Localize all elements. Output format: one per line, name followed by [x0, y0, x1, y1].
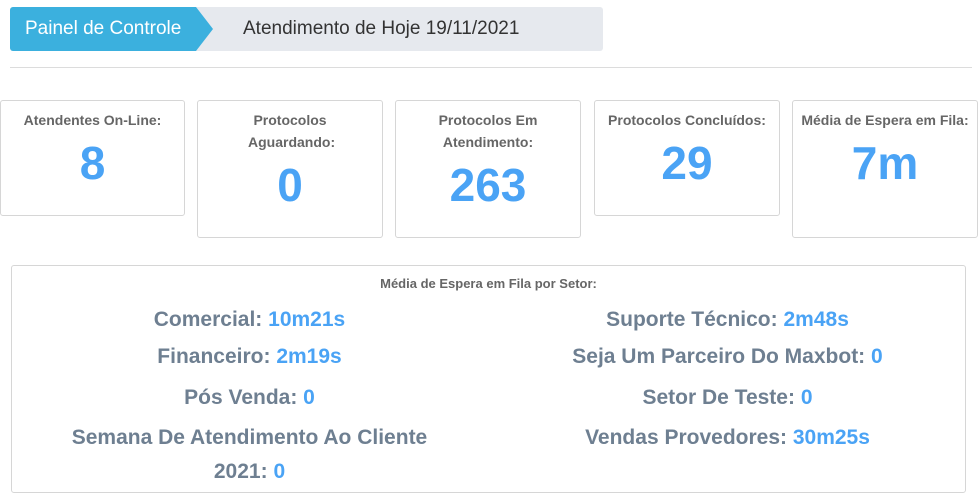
sector-value: 0	[303, 386, 315, 409]
sector-name: Pós Venda:	[184, 386, 298, 409]
card-label: Protocolos Em Atendimento:	[438, 112, 538, 150]
sector-value: 0	[800, 386, 813, 409]
sector-item: Financeiro: 2m19s	[12, 340, 487, 374]
card-value: 263	[449, 159, 527, 211]
sector-name: Seja Um Parceiro Do Maxbot:	[572, 345, 866, 368]
sector-value: 2m48s	[783, 308, 849, 331]
sector-item: Suporte Técnico: 2m48s	[490, 303, 965, 337]
sector-item: Pós Venda: 0	[12, 381, 487, 415]
card-label: Média de Espera em Fila:	[801, 112, 969, 128]
card-value: 29	[661, 137, 713, 189]
sector-name: Semana De Atendimento Ao Cliente 2021:	[71, 426, 428, 483]
sector-wait-panel: Média de Espera em Fila por Setor: Comer…	[11, 265, 966, 493]
panel-title: Média de Espera em Fila por Setor:	[380, 276, 597, 291]
card-label: Protocolos Aguardando:	[248, 112, 336, 150]
sector-name: Comercial:	[153, 308, 263, 331]
card-atendentes-online: Atendentes On-Line: 8	[0, 100, 185, 216]
sector-item: Comercial: 10m21s	[12, 303, 487, 337]
sector-value: 0	[273, 460, 286, 483]
card-value: 7m	[851, 137, 919, 189]
sector-name: Setor De Teste:	[642, 386, 795, 409]
card-label: Atendentes On-Line:	[23, 112, 162, 128]
card-protocolos-em-atendimento: Protocolos Em Atendimento: 263	[395, 100, 581, 238]
sector-name: Financeiro:	[157, 345, 271, 368]
card-protocolos-aguardando: Protocolos Aguardando: 0	[197, 100, 383, 238]
sector-item: Semana De Atendimento Ao Cliente 2021: 0	[52, 421, 447, 489]
breadcrumb-arrow-icon	[196, 7, 213, 51]
card-protocolos-concluidos: Protocolos Concluídos: 29	[594, 100, 780, 216]
sector-item: Seja Um Parceiro Do Maxbot: 0	[490, 340, 965, 374]
sector-name: Suporte Técnico:	[606, 308, 778, 331]
sector-item: Setor De Teste: 0	[490, 381, 965, 415]
breadcrumb: Painel de Controle Atendimento de Hoje 1…	[10, 7, 603, 51]
sector-value: 30m25s	[792, 426, 870, 449]
card-value: 8	[79, 137, 106, 189]
sector-value: 0	[871, 345, 883, 368]
card-media-espera-fila: Média de Espera em Fila: 7m	[792, 100, 978, 238]
sector-value: 2m19s	[276, 345, 342, 368]
divider	[10, 67, 972, 68]
sector-value: 10m21s	[268, 308, 346, 331]
card-value: 0	[277, 159, 303, 211]
sector-name: Vendas Provedores:	[585, 426, 787, 449]
sector-item: Vendas Provedores: 30m25s	[490, 421, 965, 455]
card-label: Protocolos Concluídos:	[608, 112, 766, 128]
breadcrumb-home-link[interactable]: Painel de Controle	[10, 7, 196, 51]
breadcrumb-current: Atendimento de Hoje 19/11/2021	[243, 18, 520, 39]
